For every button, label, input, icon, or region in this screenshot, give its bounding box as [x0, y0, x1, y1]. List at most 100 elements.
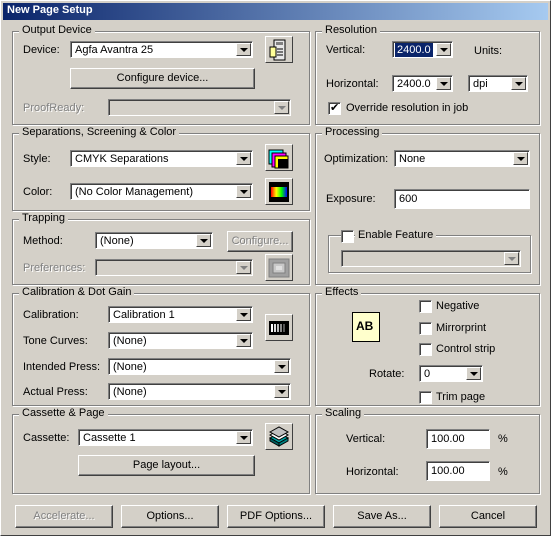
- page-preview-icon: AB: [352, 312, 380, 342]
- optimization-value: None: [399, 153, 426, 165]
- scaling-horizontal-input[interactable]: 100.00: [426, 461, 490, 481]
- chevron-down-icon[interactable]: [236, 43, 251, 56]
- units-label: Units:: [474, 45, 503, 57]
- actual-press-select[interactable]: (None): [108, 383, 291, 400]
- rotate-select[interactable]: 0: [419, 365, 483, 382]
- chevron-down-icon[interactable]: [236, 334, 251, 347]
- chevron-down-icon[interactable]: [236, 185, 251, 198]
- rotate-label: Rotate:: [369, 368, 405, 380]
- resolution-vertical-label: Vertical:: [326, 44, 366, 56]
- chevron-down-icon[interactable]: [196, 234, 211, 247]
- calibration-button[interactable]: [265, 314, 293, 341]
- optimization-select[interactable]: None: [394, 150, 530, 167]
- page-preview-text: AB: [356, 319, 374, 333]
- new-page-setup-dialog: New Page Setup Output Device Device: Agf…: [0, 0, 551, 536]
- cassette-stack-icon: [268, 426, 290, 447]
- calibration-legend: Calibration & Dot Gain: [19, 286, 135, 298]
- control-strip-label: Control strip: [436, 343, 496, 355]
- scaling-horizontal-unit: %: [498, 466, 508, 478]
- pdf-options-button[interactable]: PDF Options...: [227, 505, 325, 528]
- tone-curves-select[interactable]: (None): [108, 332, 253, 349]
- trapping-configure-button[interactable]: Configure...: [227, 231, 293, 252]
- actual-press-label: Actual Press:: [23, 386, 88, 398]
- intended-press-select[interactable]: (None): [108, 358, 291, 375]
- chevron-down-icon[interactable]: [436, 77, 451, 90]
- separations-legend: Separations, Screening & Color: [19, 126, 180, 138]
- separations-icon: [268, 149, 289, 169]
- actual-press-value: (None): [113, 386, 147, 398]
- color-label: Color:: [23, 186, 53, 198]
- device-select[interactable]: Agfa Avantra 25: [70, 41, 253, 58]
- chevron-down-icon[interactable]: [274, 360, 289, 373]
- calibration-select[interactable]: Calibration 1: [108, 306, 253, 323]
- mirrorprint-label: Mirrorprint: [436, 322, 487, 334]
- calibration-group: Calibration & Dot Gain Calibration: Cali…: [12, 286, 310, 406]
- proofready-select[interactable]: [108, 99, 291, 116]
- cassette-button[interactable]: [265, 423, 293, 450]
- scaling-vertical-input[interactable]: 100.00: [426, 429, 490, 449]
- intended-press-label: Intended Press:: [23, 361, 101, 373]
- chevron-down-icon[interactable]: [436, 43, 451, 56]
- calibration-icon: [269, 321, 289, 335]
- override-resolution-label: Override resolution in job: [346, 102, 469, 114]
- preferences-label: Preferences:: [23, 262, 86, 274]
- intended-press-value: (None): [113, 361, 147, 373]
- save-as-button[interactable]: Save As...: [333, 505, 431, 528]
- window-title: New Page Setup: [7, 4, 93, 16]
- resolution-vertical-select[interactable]: 2400.0: [392, 41, 453, 58]
- page-layout-button[interactable]: Page layout...: [78, 455, 255, 476]
- cassette-legend: Cassette & Page: [19, 407, 108, 419]
- output-device-group: Output Device Device: Agfa Avantra 25 Co…: [12, 24, 310, 125]
- enable-feature-checkbox[interactable]: [341, 230, 354, 243]
- trapping-group: Trapping Method: (None) Configure... Pre…: [12, 212, 310, 285]
- chevron-down-icon[interactable]: [236, 431, 251, 444]
- control-strip-checkbox[interactable]: [419, 343, 432, 356]
- proofready-label: ProofReady:: [23, 102, 85, 114]
- effects-group: Effects AB Negative Mirrorprint Control …: [315, 286, 540, 406]
- mirrorprint-checkbox[interactable]: [419, 322, 432, 335]
- accelerate-button[interactable]: Accelerate...: [15, 505, 113, 528]
- units-select[interactable]: dpi: [468, 75, 528, 92]
- resolution-horizontal-value: 2400.0: [397, 78, 431, 90]
- resolution-horizontal-select[interactable]: 2400.0: [392, 75, 453, 92]
- cancel-button[interactable]: Cancel: [439, 505, 537, 528]
- optimization-label: Optimization:: [324, 153, 389, 165]
- chevron-down-icon[interactable]: [236, 152, 251, 165]
- chevron-down-icon[interactable]: [511, 77, 526, 90]
- feature-select[interactable]: [341, 250, 521, 267]
- configure-device-button[interactable]: Configure device...: [70, 68, 255, 89]
- options-button[interactable]: Options...: [121, 505, 219, 528]
- chevron-down-icon[interactable]: [236, 261, 251, 274]
- trim-page-checkbox[interactable]: [419, 391, 432, 404]
- printer-device-icon: [269, 39, 286, 61]
- device-info-button[interactable]: [265, 36, 293, 63]
- exposure-value: 600: [399, 193, 418, 205]
- chevron-down-icon[interactable]: [504, 252, 519, 265]
- negative-checkbox[interactable]: [419, 300, 432, 313]
- chevron-down-icon[interactable]: [274, 385, 289, 398]
- style-select[interactable]: CMYK Separations: [70, 150, 253, 167]
- preferences-select[interactable]: [95, 259, 253, 276]
- trapping-method-value: (None): [100, 235, 134, 247]
- enable-feature-label: Enable Feature: [355, 228, 437, 242]
- trapping-legend: Trapping: [19, 212, 69, 224]
- color-value: (No Color Management): [75, 186, 193, 198]
- trapping-method-select[interactable]: (None): [95, 232, 213, 249]
- resolution-vertical-value: 2400.0: [395, 43, 433, 57]
- chevron-down-icon[interactable]: [466, 367, 481, 380]
- chevron-down-icon[interactable]: [513, 152, 528, 165]
- exposure-input[interactable]: 600: [394, 189, 530, 209]
- scaling-vertical-label: Vertical:: [346, 433, 386, 445]
- exposure-label: Exposure:: [326, 193, 376, 205]
- color-select[interactable]: (No Color Management): [70, 183, 253, 200]
- cassette-value: Cassette 1: [83, 432, 136, 444]
- cassette-select[interactable]: Cassette 1: [78, 429, 253, 446]
- trapping-preferences-button[interactable]: [265, 254, 293, 281]
- device-value: Agfa Avantra 25: [75, 44, 154, 56]
- chevron-down-icon[interactable]: [274, 101, 289, 114]
- color-management-button[interactable]: [265, 178, 293, 205]
- chevron-down-icon[interactable]: [236, 308, 251, 321]
- override-resolution-checkbox[interactable]: [328, 101, 341, 115]
- separations-style-button[interactable]: [265, 144, 293, 171]
- effects-legend: Effects: [322, 286, 362, 298]
